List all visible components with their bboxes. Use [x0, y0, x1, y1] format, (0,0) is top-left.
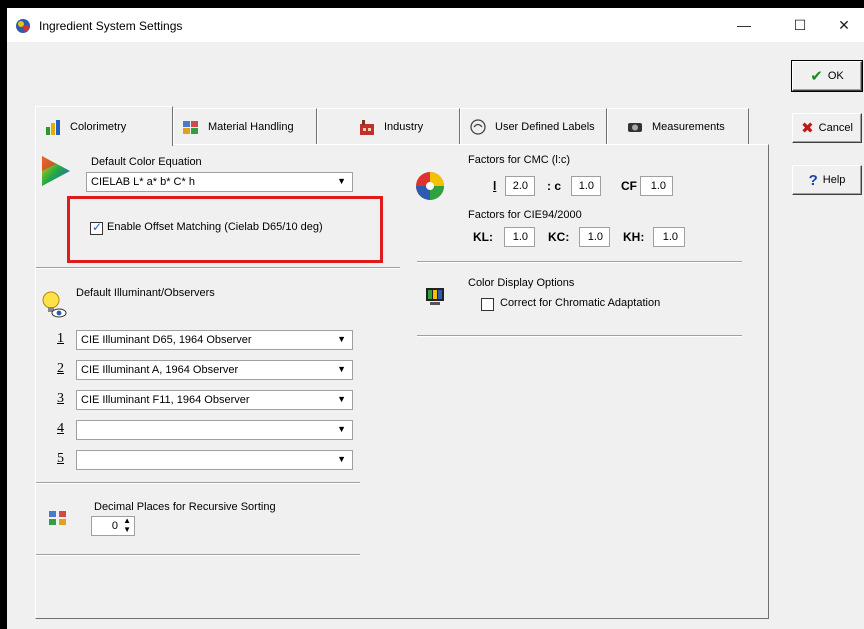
tab-measurements-label: Measurements	[652, 120, 725, 133]
help-question-icon: ?	[808, 171, 818, 189]
color-equation-label: Default Color Equation	[91, 156, 202, 168]
cmc-l-label: l	[493, 179, 497, 193]
colorimetry-icon	[46, 119, 60, 135]
title-bar: Ingredient System Settings — ☐ ✕	[7, 8, 864, 42]
cancel-x-icon: ✖	[801, 120, 814, 137]
divider	[36, 554, 360, 556]
tab-user-defined-labels-label: User Defined Labels	[495, 120, 595, 133]
help-label: Help	[822, 174, 846, 186]
chromatic-adaptation-checkbox[interactable]	[481, 298, 494, 311]
sorting-icon	[49, 511, 66, 525]
chevron-down-icon: ▼	[337, 334, 346, 344]
tab-colorimetry[interactable]: Colorimetry	[35, 106, 173, 146]
decimal-places-spinner[interactable]: 0 ▲ ▼	[91, 516, 135, 536]
illuminants-label: Default Illuminant/Observers	[76, 287, 215, 299]
settings-window: Ingredient System Settings — ☐ ✕ ✔ OK ✖ …	[7, 8, 864, 629]
measurements-icon	[628, 122, 642, 132]
cmc-label: Factors for CMC (l:c)	[468, 154, 571, 166]
illuminant-select-3[interactable]: CIE Illuminant F11, 1964 Observer ▼	[76, 390, 353, 410]
material-handling-icon	[183, 120, 198, 134]
illuminant-number-3: 3	[57, 391, 64, 406]
minimize-button[interactable]: —	[721, 8, 767, 42]
cie94-kl-field[interactable]: 1.0	[504, 227, 535, 247]
illuminant-select-4[interactable]: ▼	[76, 420, 353, 440]
chevron-down-icon: ▼	[337, 424, 346, 434]
ok-button[interactable]: ✔ OK	[791, 60, 863, 92]
divider	[417, 261, 742, 263]
divider	[417, 335, 742, 337]
app-icon	[16, 19, 30, 33]
tab-material-handling[interactable]: Material Handling	[173, 108, 317, 144]
cmc-cf-field[interactable]: 1.0	[640, 176, 673, 196]
illuminant-select-2[interactable]: CIE Illuminant A, 1964 Observer ▼	[76, 360, 353, 380]
display-options-label: Color Display Options	[468, 277, 575, 289]
help-button[interactable]: ? Help	[792, 165, 862, 195]
color-equation-select[interactable]: CIELAB L* a* b* C* h ▼	[86, 172, 353, 192]
ok-label: OK	[827, 70, 844, 82]
illuminant-number-5: 5	[57, 451, 64, 466]
tab-user-defined-labels[interactable]: User Defined Labels	[460, 108, 607, 144]
cie94-kl-label: KL:	[473, 230, 493, 244]
lightbulb-eye-icon	[42, 291, 67, 318]
decimal-places-label: Decimal Places for Recursive Sorting	[94, 501, 276, 513]
chromatic-adaptation-label: Correct for Chromatic Adaptation	[500, 297, 661, 309]
divider	[36, 267, 400, 269]
divider	[36, 482, 360, 484]
illuminant-value-1: CIE Illuminant D65, 1964 Observer	[81, 334, 252, 346]
close-button[interactable]: ✕	[821, 8, 864, 42]
monitor-icon	[426, 288, 444, 305]
spinner-arrows-icon[interactable]: ▲ ▼	[123, 516, 131, 534]
illuminant-number-2: 2	[57, 361, 64, 376]
illuminant-select-5[interactable]: ▼	[76, 450, 353, 470]
cmc-c-label: : c	[547, 179, 562, 193]
chevron-down-icon: ▼	[337, 176, 346, 186]
illuminant-number-1: 1	[57, 331, 64, 346]
chevron-down-icon: ▼	[337, 454, 346, 464]
tab-measurements[interactable]: Measurements	[607, 108, 749, 144]
cmc-c-field[interactable]: 1.0	[571, 176, 601, 196]
industry-icon	[360, 119, 374, 135]
illuminant-value-2: CIE Illuminant A, 1964 Observer	[81, 364, 239, 376]
cie94-kc-label: KC:	[548, 230, 570, 244]
offset-matching-label: Enable Offset Matching (Cielab D65/10 de…	[107, 221, 323, 233]
tab-industry[interactable]: Industry	[317, 108, 460, 144]
cie94-label: Factors for CIE94/2000	[468, 209, 582, 221]
cancel-button[interactable]: ✖ Cancel	[792, 113, 862, 143]
illuminant-value-3: CIE Illuminant F11, 1964 Observer	[81, 394, 250, 406]
illuminant-number-4: 4	[57, 421, 64, 436]
illuminant-select-1[interactable]: CIE Illuminant D65, 1964 Observer ▼	[76, 330, 353, 350]
maximize-button[interactable]: ☐	[777, 8, 823, 42]
offset-matching-checkbox[interactable]	[90, 220, 103, 235]
cie94-kh-label: KH:	[623, 230, 645, 244]
window-title: Ingredient System Settings	[39, 19, 183, 33]
cie94-kc-field[interactable]: 1.0	[579, 227, 610, 247]
checkmark-icon: ✔	[810, 68, 823, 85]
cancel-label: Cancel	[818, 122, 853, 134]
tab-colorimetry-label: Colorimetry	[70, 120, 127, 133]
color-triangle-icon	[42, 156, 70, 186]
chevron-down-icon: ▼	[337, 394, 346, 404]
decimal-places-value: 0	[111, 520, 118, 532]
tab-material-handling-label: Material Handling	[208, 120, 294, 133]
user-defined-labels-icon	[470, 118, 486, 135]
color-equation-value: CIELAB L* a* b* C* h	[91, 176, 195, 188]
cie94-kh-field[interactable]: 1.0	[653, 227, 685, 247]
tab-industry-label: Industry	[384, 120, 424, 133]
cmc-l-field[interactable]: 2.0	[505, 176, 535, 196]
cmc-cf-label: CF	[621, 179, 637, 193]
color-wheel-icon	[416, 172, 444, 200]
chevron-down-icon: ▼	[337, 364, 346, 374]
